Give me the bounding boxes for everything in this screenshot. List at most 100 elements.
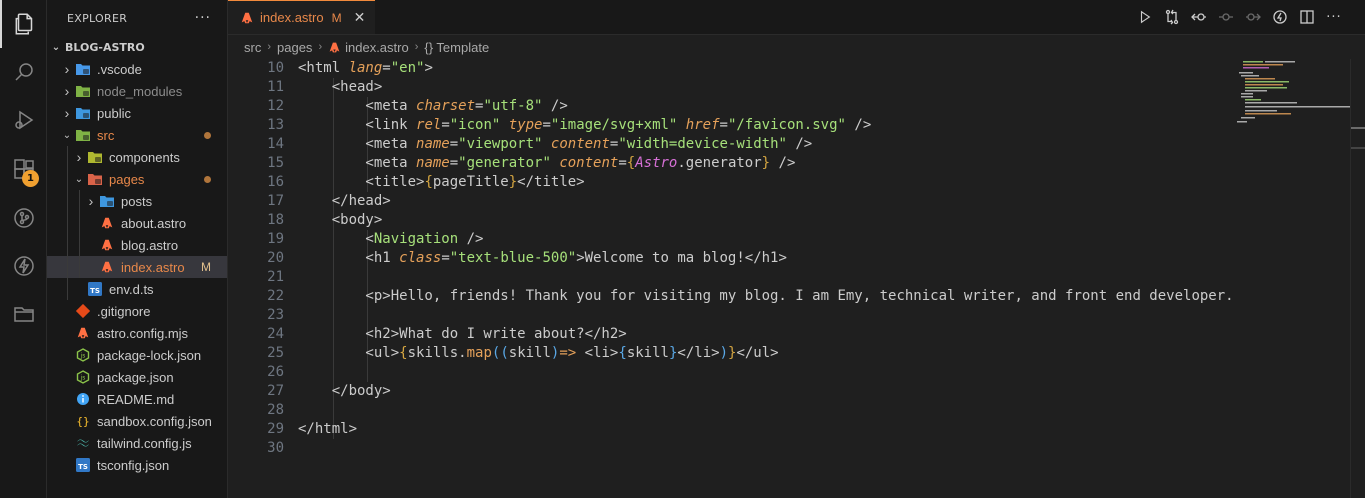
- scroll-position-marker: [1351, 127, 1365, 129]
- file-item-blog-astro[interactable]: blog.astro: [47, 234, 227, 256]
- line-number: 24: [267, 326, 284, 342]
- code-token: </html>: [298, 421, 358, 437]
- code-line[interactable]: [298, 363, 1325, 382]
- run-debug-activity[interactable]: [0, 96, 47, 144]
- code-view[interactable]: 10 11 12 13 14 15 16 17 18 19 20 21 22 23 24 25 26 27 28 29…: [228, 59, 1365, 498]
- folder-item-vscode[interactable]: › .vscode: [47, 58, 227, 80]
- open-preview-icon[interactable]: [1271, 8, 1289, 26]
- explorer-header: EXPLORER ···: [47, 0, 227, 36]
- chevron-right-icon: ›: [64, 61, 70, 77]
- code-line[interactable]: <meta charset="utf-8" />: [298, 97, 1325, 116]
- code-line[interactable]: [298, 268, 1325, 287]
- code-line[interactable]: <body>: [298, 211, 1325, 230]
- folder-item-public[interactable]: › public: [47, 102, 227, 124]
- line-number: 14: [267, 136, 284, 152]
- file-item-readme-md[interactable]: README.md: [47, 388, 227, 410]
- code-token: rel: [416, 117, 442, 133]
- close-icon[interactable]: ✕: [354, 9, 366, 26]
- file-item-tsconfig-json[interactable]: TS tsconfig.json: [47, 454, 227, 476]
- line-number: 20: [267, 250, 284, 266]
- folder-activity[interactable]: [0, 290, 47, 338]
- code-token: Navigation: [373, 231, 459, 247]
- explorer-activity[interactable]: [0, 0, 47, 48]
- workspace-section[interactable]: ⌄ BLOG-ASTRO: [47, 36, 227, 58]
- code-line[interactable]: <h2>What do I write about?</h2>: [298, 325, 1325, 344]
- more-actions-icon[interactable]: ···: [1325, 8, 1343, 26]
- folder-item-pages[interactable]: ⌄ pages: [47, 168, 227, 190]
- code-line[interactable]: <meta name="viewport" content="width=dev…: [298, 135, 1325, 154]
- code-token: name: [416, 155, 450, 171]
- code-token: ((: [491, 345, 509, 361]
- code-token: />: [845, 117, 872, 133]
- code-line[interactable]: <html lang="en">: [298, 59, 1325, 78]
- line-number: 19: [267, 231, 284, 247]
- code-line[interactable]: <title>{pageTitle}</title>: [298, 173, 1325, 192]
- code-token: <h1: [298, 250, 400, 266]
- breadcrumb: src › pages › index.astro › {} Template: [228, 35, 1365, 59]
- code-line[interactable]: </body>: [298, 382, 1325, 401]
- code-token: />: [542, 98, 568, 114]
- folder-item-node-modules[interactable]: › node_modules: [47, 80, 227, 102]
- breadcrumb-pages[interactable]: pages: [277, 40, 312, 55]
- code-line[interactable]: <Navigation />: [298, 230, 1325, 249]
- folder-item-src[interactable]: ⌄ src: [47, 124, 227, 146]
- code-line[interactable]: <ul>{skills.map((skill)=> <li>{skill}</l…: [298, 344, 1325, 363]
- code-token: <html: [298, 60, 349, 76]
- code-line[interactable]: <meta name="generator" content={Astro.ge…: [298, 154, 1325, 173]
- line-number: 10: [267, 60, 284, 76]
- file-item-package-lock-json[interactable]: js package-lock.json: [47, 344, 227, 366]
- code-line[interactable]: <head>: [298, 78, 1325, 97]
- lightning-activity[interactable]: [0, 242, 47, 290]
- code-token: {: [626, 155, 636, 171]
- code-line[interactable]: [298, 439, 1325, 458]
- more-actions-icon[interactable]: ···: [195, 10, 211, 26]
- tree-indent-guide: [79, 234, 80, 256]
- folder-item-components[interactable]: › components: [47, 146, 227, 168]
- code-line[interactable]: <link rel="icon" type="image/svg+xml" hr…: [298, 116, 1325, 135]
- breadcrumb-src[interactable]: src: [244, 40, 261, 55]
- run-icon[interactable]: [1136, 8, 1154, 26]
- folder-item-posts[interactable]: › posts: [47, 190, 227, 212]
- previous-change-icon[interactable]: [1217, 8, 1235, 26]
- modified-dot-icon: [204, 131, 211, 139]
- npm-file-icon: js: [75, 369, 91, 385]
- breadcrumb-symbol[interactable]: {} Template: [424, 40, 489, 55]
- file-item-env-d-ts[interactable]: TS env.d.ts: [47, 278, 227, 300]
- code-token: "text-blue-500": [449, 250, 577, 266]
- vertical-scrollbar[interactable]: [1350, 59, 1365, 498]
- code-line[interactable]: <h1 class="text-blue-500">Welcome to ma …: [298, 249, 1325, 268]
- line-number: 23: [267, 307, 284, 323]
- file-item-index-astro[interactable]: index.astro M: [47, 256, 227, 278]
- tab-index-astro[interactable]: index.astro M ✕: [228, 0, 376, 34]
- compare-changes-icon[interactable]: [1163, 8, 1181, 26]
- code-line[interactable]: </head>: [298, 192, 1325, 211]
- breadcrumb-file[interactable]: index.astro: [345, 40, 409, 55]
- code-lines[interactable]: <html lang="en"> <head> <meta charset="u…: [298, 59, 1325, 458]
- search-activity[interactable]: [0, 48, 47, 96]
- code-line[interactable]: [298, 401, 1325, 420]
- file-item-gitignore[interactable]: .gitignore: [47, 300, 227, 322]
- code-line[interactable]: </html>: [298, 420, 1325, 439]
- code-line[interactable]: [298, 306, 1325, 325]
- file-item-sandbox-config-json[interactable]: {} sandbox.config.json: [47, 410, 227, 432]
- next-change-icon[interactable]: [1244, 8, 1262, 26]
- extensions-activity[interactable]: 1: [0, 146, 47, 194]
- tree-indent-guide: [67, 212, 68, 234]
- line-number: 30: [267, 440, 284, 456]
- tree-indent-guide: [79, 190, 80, 212]
- source-control-activity[interactable]: [0, 194, 47, 242]
- file-item-about-astro[interactable]: about.astro: [47, 212, 227, 234]
- info-file-icon: [75, 391, 91, 407]
- split-editor-icon[interactable]: [1298, 8, 1316, 26]
- code-token: "icon": [449, 117, 501, 133]
- file-item-tailwind-config-js[interactable]: tailwind.config.js: [47, 432, 227, 454]
- activity-bar: 1: [0, 0, 47, 498]
- file-item-package-json[interactable]: js package.json: [47, 366, 227, 388]
- minimap[interactable]: [1229, 59, 1351, 129]
- git-timeline-icon[interactable]: [1190, 8, 1208, 26]
- code-line[interactable]: <p>Hello, friends! Thank you for visitin…: [298, 287, 1325, 306]
- file-item-astro-config-mjs[interactable]: astro.config.mjs: [47, 322, 227, 344]
- tree-item-label: src: [97, 127, 115, 143]
